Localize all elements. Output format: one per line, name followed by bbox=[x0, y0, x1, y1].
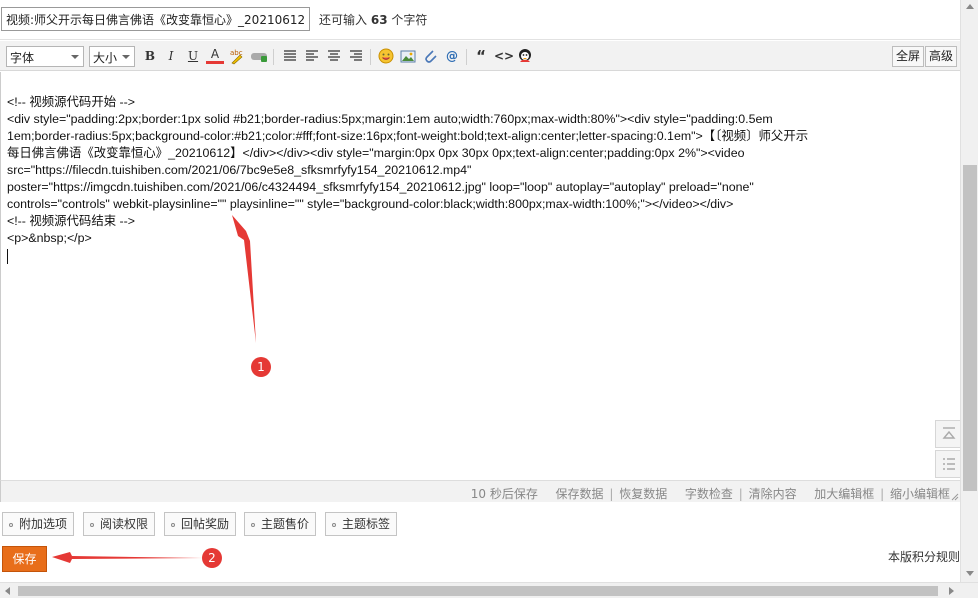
editor-line: 每日佛言佛语《改变靠恒心》_20210612】</div></div><div … bbox=[7, 146, 745, 160]
list-icon bbox=[942, 456, 956, 476]
align-right-icon[interactable] bbox=[347, 47, 365, 65]
editor-line: <p>&nbsp;</p> bbox=[7, 231, 92, 245]
save-button[interactable]: 保存 bbox=[2, 546, 47, 572]
toolbar-divider bbox=[370, 49, 371, 65]
vertical-scroll-thumb[interactable] bbox=[963, 165, 977, 491]
underline-button[interactable]: U bbox=[184, 47, 202, 65]
autosave-status: 10 秒后保存 bbox=[470, 487, 538, 501]
char-counter-count: 63 bbox=[370, 13, 388, 27]
toolbar-divider bbox=[273, 49, 274, 65]
word-check-link[interactable]: 字数检查 bbox=[685, 487, 733, 501]
bullet-icon bbox=[251, 522, 255, 527]
sogou-input-icon[interactable] bbox=[516, 47, 534, 65]
link-icon[interactable] bbox=[250, 47, 268, 65]
shrink-editor-link[interactable]: 缩小编辑框 bbox=[890, 487, 950, 501]
mention-icon[interactable]: @ bbox=[443, 47, 461, 65]
editor-line: <!-- 视频源代码开始 --> bbox=[7, 95, 136, 109]
char-counter: 还可输入 63 个字符 bbox=[319, 11, 427, 28]
option-label: 主题售价 bbox=[261, 517, 310, 531]
align-center-icon[interactable] bbox=[325, 47, 343, 65]
enlarge-editor-link[interactable]: 加大编辑框 bbox=[814, 487, 874, 501]
resize-handle-icon[interactable] bbox=[951, 493, 959, 501]
editor-line: <!-- 视频源代码结束 --> bbox=[7, 214, 136, 228]
italic-button[interactable]: I bbox=[162, 47, 180, 65]
horizontal-scrollbar[interactable] bbox=[0, 582, 978, 598]
editor-status-bar: 10 秒后保存 保存数据 | 恢复数据 字数检查 | 清除内容 加大编辑框 | … bbox=[0, 480, 960, 502]
scroll-left-icon[interactable] bbox=[5, 587, 10, 595]
font-select[interactable]: 字体 bbox=[6, 46, 84, 67]
editor-line: poster="https://imgcdn.tuishiben.com/202… bbox=[7, 180, 754, 194]
clear-content-link[interactable]: 清除内容 bbox=[749, 487, 797, 501]
fullscreen-button[interactable]: 全屏 bbox=[892, 46, 925, 67]
editor-line: src="https://filecdn.tuishiben.com/2021/… bbox=[7, 163, 472, 177]
quote-button[interactable]: “ bbox=[472, 47, 490, 65]
bullet-icon bbox=[332, 522, 336, 527]
list-view-button[interactable] bbox=[935, 450, 961, 478]
option-label: 回帖奖励 bbox=[181, 517, 230, 531]
option-tab-reply-reward[interactable]: 回帖奖励 bbox=[164, 512, 237, 536]
char-counter-suffix: 个字符 bbox=[391, 13, 428, 27]
option-label: 阅读权限 bbox=[100, 517, 149, 531]
scroll-down-icon[interactable] bbox=[966, 571, 974, 576]
status-links: 10 秒后保存 保存数据 | 恢复数据 字数检查 | 清除内容 加大编辑框 | … bbox=[470, 487, 950, 501]
rules-link[interactable]: 本版积分规则 bbox=[888, 548, 960, 565]
bold-button[interactable]: B bbox=[141, 47, 159, 65]
size-select-label: 大小 bbox=[93, 51, 118, 65]
option-tab-extra[interactable]: 附加选项 bbox=[2, 512, 75, 536]
align-left-icon[interactable] bbox=[281, 47, 299, 65]
option-tab-read-permission[interactable]: 阅读权限 bbox=[83, 512, 156, 536]
size-select[interactable]: 大小 bbox=[89, 46, 135, 67]
restore-data-link[interactable]: 恢复数据 bbox=[619, 487, 667, 501]
emoji-icon[interactable] bbox=[377, 47, 395, 65]
editor-line: 1em;border-radius:5px;background-color:#… bbox=[7, 129, 809, 143]
bullet-icon bbox=[90, 522, 94, 527]
char-counter-prefix: 还可输入 bbox=[319, 13, 368, 27]
annotation-arrow-2 bbox=[52, 552, 203, 563]
save-data-link[interactable]: 保存数据 bbox=[555, 487, 603, 501]
highlight-icon[interactable]: abc bbox=[228, 47, 246, 65]
image-icon[interactable] bbox=[399, 47, 417, 65]
editor-line: controls="controls" webkit-playsinline="… bbox=[7, 197, 734, 211]
title-input[interactable]: 视频:师父开示每日佛言佛语《改变靠恒心》_20210612 bbox=[1, 7, 310, 31]
option-label: 主题标签 bbox=[342, 517, 391, 531]
title-row: 视频:师父开示每日佛言佛语《改变靠恒心》_20210612 还可输入 63 个字… bbox=[0, 0, 960, 40]
code-button[interactable]: <> bbox=[494, 47, 514, 65]
advanced-button[interactable]: 高级 bbox=[925, 46, 958, 67]
back-to-top-icon bbox=[942, 426, 956, 446]
attachment-icon[interactable] bbox=[421, 47, 439, 65]
toolbar-divider bbox=[466, 49, 467, 65]
horizontal-scroll-thumb[interactable] bbox=[18, 586, 938, 596]
annotation-badge-1: 1 bbox=[251, 357, 271, 377]
option-tab-thread-tags[interactable]: 主题标签 bbox=[325, 512, 398, 536]
editor-toolbar: 字体 大小 B I U A abc @ “ <> 全屏 高级 bbox=[0, 41, 960, 71]
chevron-down-icon bbox=[122, 55, 130, 59]
editor-body[interactable]: <!-- 视频源代码开始 --> <div style="padding:2px… bbox=[0, 72, 961, 480]
option-tab-thread-price[interactable]: 主题售价 bbox=[244, 512, 317, 536]
align-justify-icon[interactable] bbox=[303, 47, 321, 65]
chevron-down-icon bbox=[71, 55, 79, 59]
editor-line: <div style="padding:2px;border:1px solid… bbox=[7, 112, 773, 126]
vertical-scrollbar[interactable] bbox=[960, 0, 978, 582]
scroll-up-icon[interactable] bbox=[966, 4, 974, 9]
bullet-icon bbox=[171, 522, 175, 527]
font-select-label: 字体 bbox=[10, 51, 35, 65]
back-to-top-button[interactable] bbox=[935, 420, 961, 448]
text-cursor bbox=[7, 249, 8, 264]
scroll-right-icon[interactable] bbox=[949, 587, 954, 595]
bullet-icon bbox=[9, 522, 13, 527]
annotation-badge-2: 2 bbox=[202, 548, 222, 568]
font-color-button[interactable]: A bbox=[206, 47, 224, 64]
option-label: 附加选项 bbox=[19, 517, 68, 531]
editor-content[interactable]: <!-- 视频源代码开始 --> <div style="padding:2px… bbox=[7, 94, 907, 269]
